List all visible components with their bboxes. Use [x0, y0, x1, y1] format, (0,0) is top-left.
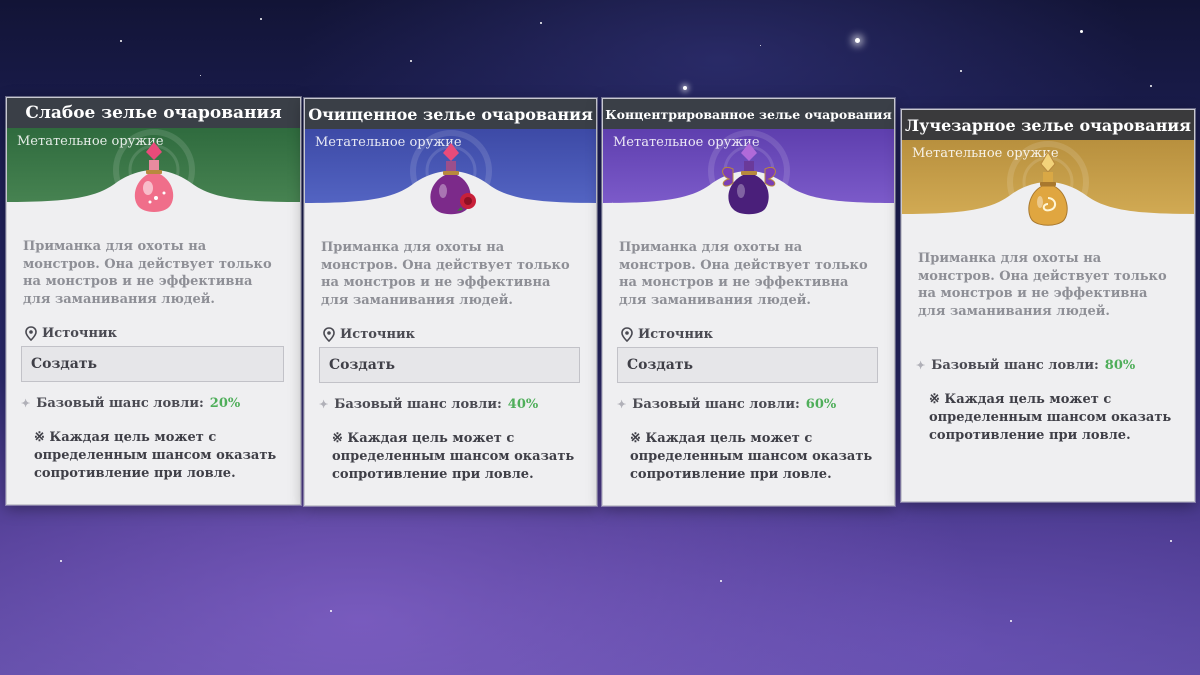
card-description: Приманка для охоты на монстров. Она дейс… — [23, 239, 272, 307]
card-header: Метательное оружие — [603, 129, 894, 227]
source-label: Источник — [621, 327, 894, 342]
card-title: Слабое зелье очарования — [7, 98, 300, 128]
rose-potion-icon — [429, 143, 476, 215]
catch-chance: ✦ Базовый шанс ловли: 20% — [21, 396, 241, 411]
catch-chance: ✦ Базовый шанс ловли: 40% — [319, 397, 539, 412]
card-title: Очищенное зелье очарования — [305, 99, 596, 129]
card-description: Приманка для охоты на монстров. Она дейс… — [918, 251, 1167, 319]
card-header: Метательное оружие — [305, 129, 596, 227]
card-title: Концентрированное зелье очарования — [603, 99, 894, 129]
resist-note: ※ Каждая цель может с определенным шансо… — [929, 392, 1172, 443]
catch-chance: ✦ Базовый шанс ловли: 80% — [916, 358, 1136, 373]
potion-card-concentrated[interactable]: Концентрированное зелье очарования Метат… — [602, 98, 895, 506]
catch-chance: ✦ Базовый шанс ловли: 60% — [617, 397, 837, 412]
golden-potion-icon — [1028, 151, 1068, 226]
resist-note: ※ Каждая цель может с определенным шансо… — [34, 430, 277, 481]
catch-chance-value: 40% — [507, 397, 539, 412]
catch-chance-value: 60% — [805, 397, 837, 412]
source-create-button[interactable]: Создать — [319, 347, 580, 383]
potion-card-weak[interactable]: Слабое зелье очарования Метательное оруж… — [6, 97, 301, 505]
butterfly-potion-icon — [721, 143, 776, 215]
sparkle-icon: ✦ — [617, 398, 627, 411]
potion-card-radiant[interactable]: Лучезарное зелье очарования Метательное … — [901, 109, 1195, 502]
card-description: Приманка для охоты на монстров. Она дейс… — [321, 240, 570, 308]
potion-card-purified[interactable]: Очищенное зелье очарования Метательное о… — [304, 98, 597, 506]
sparkle-icon: ✦ — [319, 398, 329, 411]
resist-note: ※ Каждая цель может с определенным шансо… — [630, 431, 873, 482]
location-pin-icon — [621, 327, 633, 342]
location-pin-icon — [25, 326, 37, 341]
source-create-button[interactable]: Создать — [617, 347, 878, 383]
sparkle-icon: ✦ — [21, 397, 31, 410]
source-label: Источник — [25, 326, 300, 341]
catch-chance-value: 80% — [1104, 358, 1136, 373]
pink-potion-icon — [134, 142, 173, 212]
sparkle-icon: ✦ — [916, 359, 926, 372]
card-title: Лучезарное зелье очарования — [902, 110, 1194, 140]
catch-chance-value: 20% — [209, 396, 241, 411]
source-create-button[interactable]: Создать — [21, 346, 284, 382]
source-label: Источник — [323, 327, 596, 342]
card-header: Метательное оружие — [7, 128, 300, 226]
location-pin-icon — [323, 327, 335, 342]
card-description: Приманка для охоты на монстров. Она дейс… — [619, 240, 868, 308]
resist-note: ※ Каждая цель может с определенным шансо… — [332, 431, 575, 482]
card-header: Метательное оружие — [902, 140, 1194, 238]
